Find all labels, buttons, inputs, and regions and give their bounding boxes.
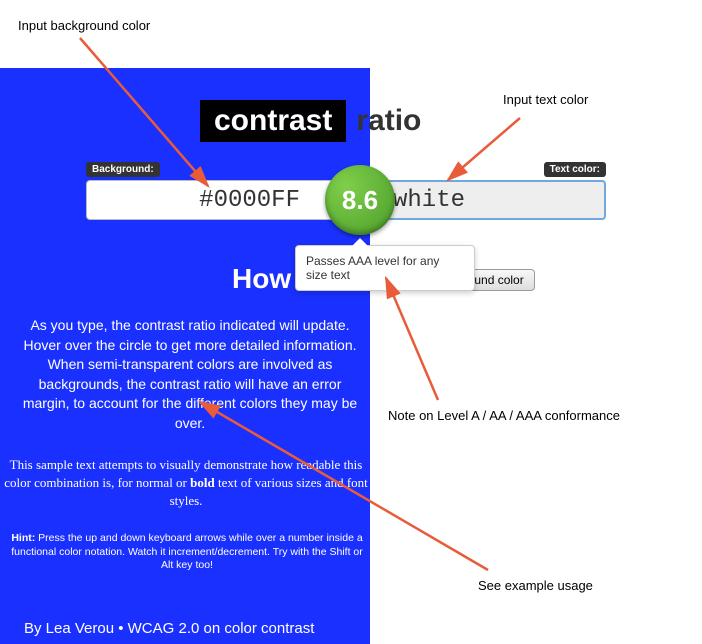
contrast-ratio-badge[interactable]: 8.6 <box>325 165 395 235</box>
sample-text: This sample text attempts to visually de… <box>4 456 368 511</box>
hint-body: Press the up and down keyboard arrows wh… <box>11 532 363 571</box>
annotation-tx: Input text color <box>503 92 588 107</box>
title-contrast: contrast <box>200 100 346 142</box>
how-heading: How <box>232 263 291 295</box>
annotation-example: See example usage <box>478 578 593 593</box>
sample-bold: bold <box>190 475 215 490</box>
textcolor-label: Text color: <box>544 162 606 177</box>
byline: By Lea Verou • WCAG 2.0 on color contras… <box>24 620 314 637</box>
hint-text: Hint: Press the up and down keyboard arr… <box>10 532 364 573</box>
conformance-tooltip: Passes AAA level for any size text <box>295 245 475 291</box>
annotation-bg: Input background color <box>18 18 150 33</box>
background-label: Background: <box>86 162 160 177</box>
description-text: As you type, the contrast ratio indicate… <box>20 316 360 434</box>
background-input[interactable] <box>86 180 346 220</box>
app-title: contrast ratio <box>200 100 421 142</box>
annotation-conformance: Note on Level A / AA / AAA conformance <box>388 408 620 423</box>
title-ratio: ratio <box>356 104 421 138</box>
hint-label: Hint: <box>11 532 35 544</box>
